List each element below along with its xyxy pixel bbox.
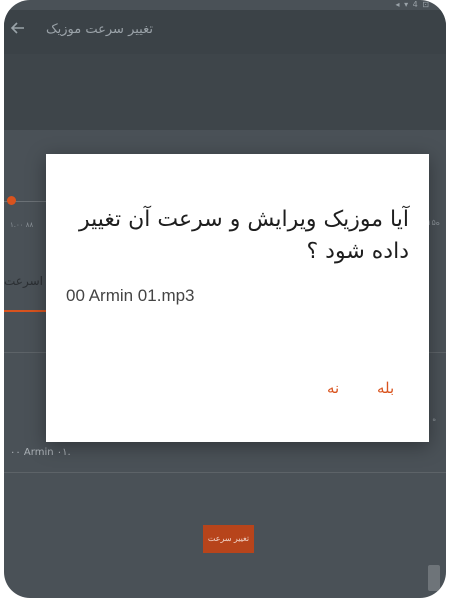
dialog-message: 00 Armin 01.mp3 [66,286,195,305]
dialog-title: آیا موزیک ویرایش و سرعت آن تغییر داده شو… [79,207,409,264]
header-extension [4,54,446,130]
scroll-handle[interactable] [428,565,440,591]
selected-file-label: ۰۰ Armin ۰۱. [10,447,71,458]
confirm-dialog: آیا موزیک ویرایش و سرعت آن تغییر داده شو… [46,154,429,442]
side-label: ه [432,415,436,423]
slider-min-label: ۱.۰۰ ۸۸ [10,221,34,229]
arrow-left-icon[interactable] [10,20,28,38]
app-title: تغییر سرعت موزیک [46,22,153,37]
speed-slider-thumb[interactable] [7,196,16,205]
change-speed-button[interactable]: تغییر سرعت [203,525,254,553]
status-icons: ◂ ▾ 4 ⊡ [395,0,430,9]
yes-button[interactable]: بله [377,379,394,397]
divider [4,472,446,473]
app-bar: تغییر سرعت موزیک [4,10,446,54]
status-bar: ◂ ▾ 4 ⊡ [4,0,446,10]
no-button[interactable]: نه [327,379,339,397]
speed-input-underline [4,310,48,312]
slider-max-label: ه۱۵ [427,218,440,227]
speed-input[interactable]: ۱.۰ اسرعت [4,268,64,312]
